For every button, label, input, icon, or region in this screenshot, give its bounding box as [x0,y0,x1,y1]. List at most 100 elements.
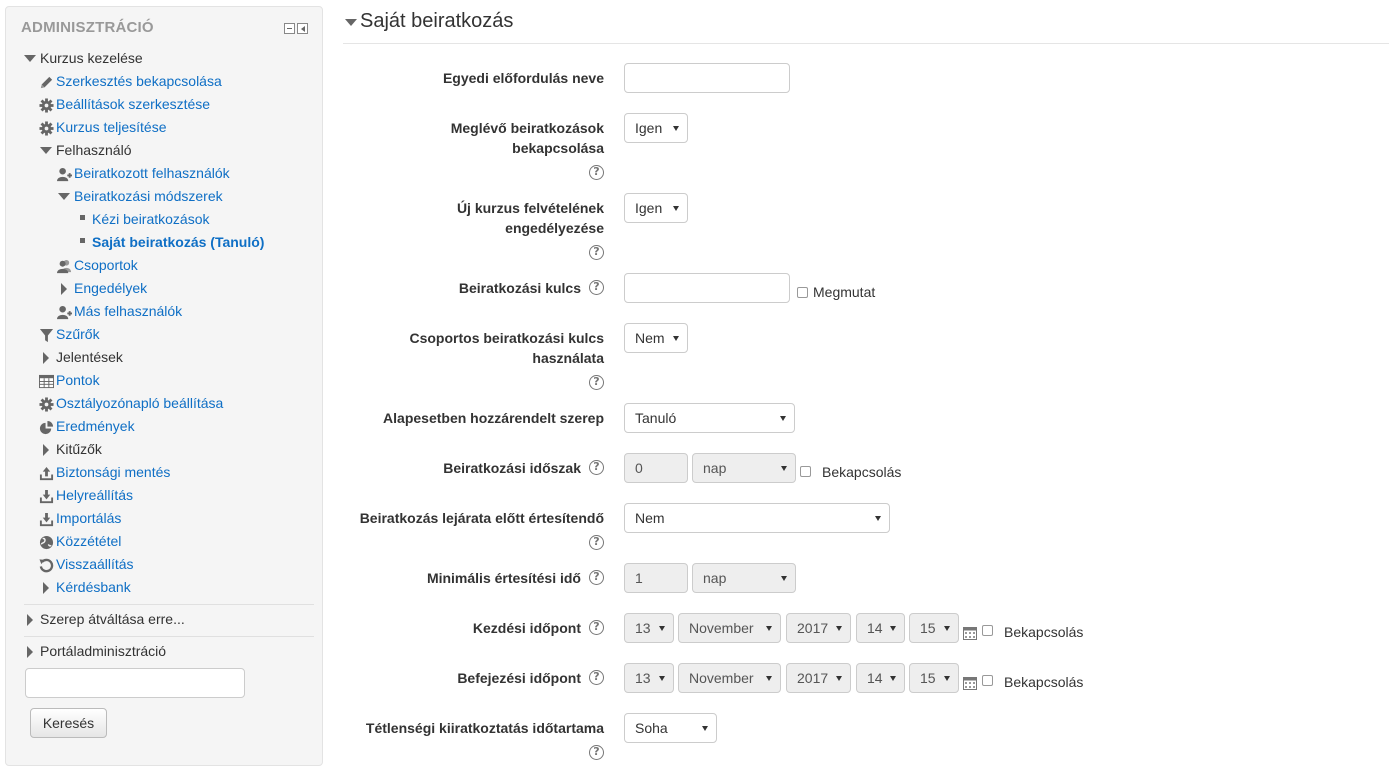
start-minute-select[interactable]: 15 [909,613,959,643]
collapse-section-icon[interactable] [345,19,357,26]
enable-label: Bekapcsolás [822,464,902,480]
help-icon[interactable]: ? [589,670,604,685]
start-year-select[interactable]: 2017 [786,613,851,643]
gear-icon [38,97,54,113]
section-header[interactable]: Saját beiratkozás [343,8,1389,44]
chevron-down-icon [659,626,665,631]
calendar-icon[interactable] [963,625,977,640]
globe-icon [38,534,54,550]
label-line: bekapcsolása [512,140,604,156]
chart-pie-icon [38,419,54,435]
search-button[interactable]: Keresés [30,708,107,738]
collapsed-icon [22,644,38,660]
nav-label: Saját beiratkozás (Tanuló) [92,234,265,250]
select-value: 14 [867,670,883,686]
select-value: 13 [635,670,651,686]
end-date-enable-checkbox[interactable] [982,675,993,686]
expiry-notify-select[interactable]: Nem [624,503,890,533]
nav-label: Beiratkozási módszerek [74,188,223,204]
start-month-select[interactable]: November [678,613,781,643]
allow-existing-select[interactable]: Igen [624,113,688,143]
nav-label: Szerkesztés bekapcsolása [56,73,222,89]
collapse-block-icon[interactable] [284,23,295,34]
show-key-label: Megmutat [813,284,876,300]
select-value: 13 [635,620,651,636]
nav-label: Beiratkozott felhasználók [74,165,230,181]
end-minute-select[interactable]: 15 [909,663,959,693]
show-key-checkbox[interactable] [797,287,808,298]
nav-label: Portáladminisztráció [40,643,167,659]
gear-icon [38,120,54,136]
allow-existing-label: Meglévő beiratkozások bekapcsolása [451,118,604,158]
divider [24,604,314,605]
chevron-down-icon [781,576,787,581]
start-hour-select[interactable]: 14 [856,613,905,643]
end-month-select[interactable]: November [678,663,781,693]
default-role-select[interactable]: Tanuló [624,403,795,433]
help-icon[interactable]: ? [589,460,604,475]
label-line: Új kurzus felvételének [456,200,604,216]
enrol-period-enable-checkbox[interactable] [800,466,811,477]
enrol-period-value[interactable]: 0 [624,453,688,483]
instance-name-input[interactable] [624,63,790,93]
start-day-select[interactable]: 13 [624,613,674,643]
nav-label: Kitűzők [56,441,102,457]
label-line: engedélyezése [505,220,604,236]
enrol-key-input[interactable] [624,273,790,303]
nav-label: Kérdésbank [56,579,131,595]
dock-block-icon[interactable] [297,23,308,34]
enrol-key-label: Beiratkozási kulcs [458,280,581,296]
help-icon[interactable]: ? [589,535,604,550]
chevron-down-icon [890,676,896,681]
allow-new-select[interactable]: Igen [624,193,688,223]
enable-label: Bekapcsolás [1004,624,1084,640]
chevron-down-icon [659,676,665,681]
section-title: Saját beiratkozás [360,10,514,32]
filter-icon [38,327,54,343]
nav-label: Engedélyek [74,280,148,296]
select-value: 15 [920,620,936,636]
group-key-select[interactable]: Nem [624,323,688,353]
inactivity-select[interactable]: Soha [624,713,717,743]
collapsed-icon [38,442,54,458]
instance-name-label: Egyedi előfordulás neve [442,70,604,86]
help-icon[interactable]: ? [589,245,604,260]
expiry-threshold-value[interactable]: 1 [624,563,688,593]
help-icon[interactable]: ? [589,280,604,295]
help-icon[interactable]: ? [589,165,604,180]
divider [24,636,314,637]
chevron-down-icon [766,626,772,631]
user-plus-icon [56,304,72,320]
nav-label: Helyreállítás [56,487,134,503]
help-icon[interactable]: ? [589,375,604,390]
calendar-icon[interactable] [963,675,977,690]
nav-label: Beállítások szerkesztése [56,96,211,112]
expiry-threshold-label: Minimális értesítési idő [426,570,581,586]
help-icon[interactable]: ? [589,620,604,635]
collapsed-icon [22,612,38,628]
nav-label: Közzététel [56,533,122,549]
inactivity-label: Tétlenségi kiiratkoztatás időtartama [365,720,604,736]
end-year-select[interactable]: 2017 [786,663,851,693]
select-value: Nem [635,330,665,346]
select-value: Igen [635,120,663,136]
start-date-enable-checkbox[interactable] [982,625,993,636]
expiry-notify-label: Beiratkozás lejárata előtt értesítendő [359,510,604,526]
nav-label: Jelentések [56,349,123,365]
help-icon[interactable]: ? [589,745,604,760]
pencil-icon [38,74,54,90]
bullet-icon [74,235,90,251]
download-icon [38,511,54,527]
chevron-down-icon [673,336,679,341]
admin-search-input[interactable] [25,668,245,698]
help-icon[interactable]: ? [589,570,604,585]
enrol-period-unit-select[interactable]: nap [692,453,796,483]
expiry-threshold-unit-select[interactable]: nap [692,563,796,593]
select-value: Igen [635,200,663,216]
end-day-select[interactable]: 13 [624,663,674,693]
chevron-down-icon [875,516,881,521]
default-role-label: Alapesetben hozzárendelt szerep [383,410,604,426]
nav-label: Csoportok [74,257,138,273]
end-hour-select[interactable]: 14 [856,663,905,693]
chevron-down-icon [944,626,950,631]
